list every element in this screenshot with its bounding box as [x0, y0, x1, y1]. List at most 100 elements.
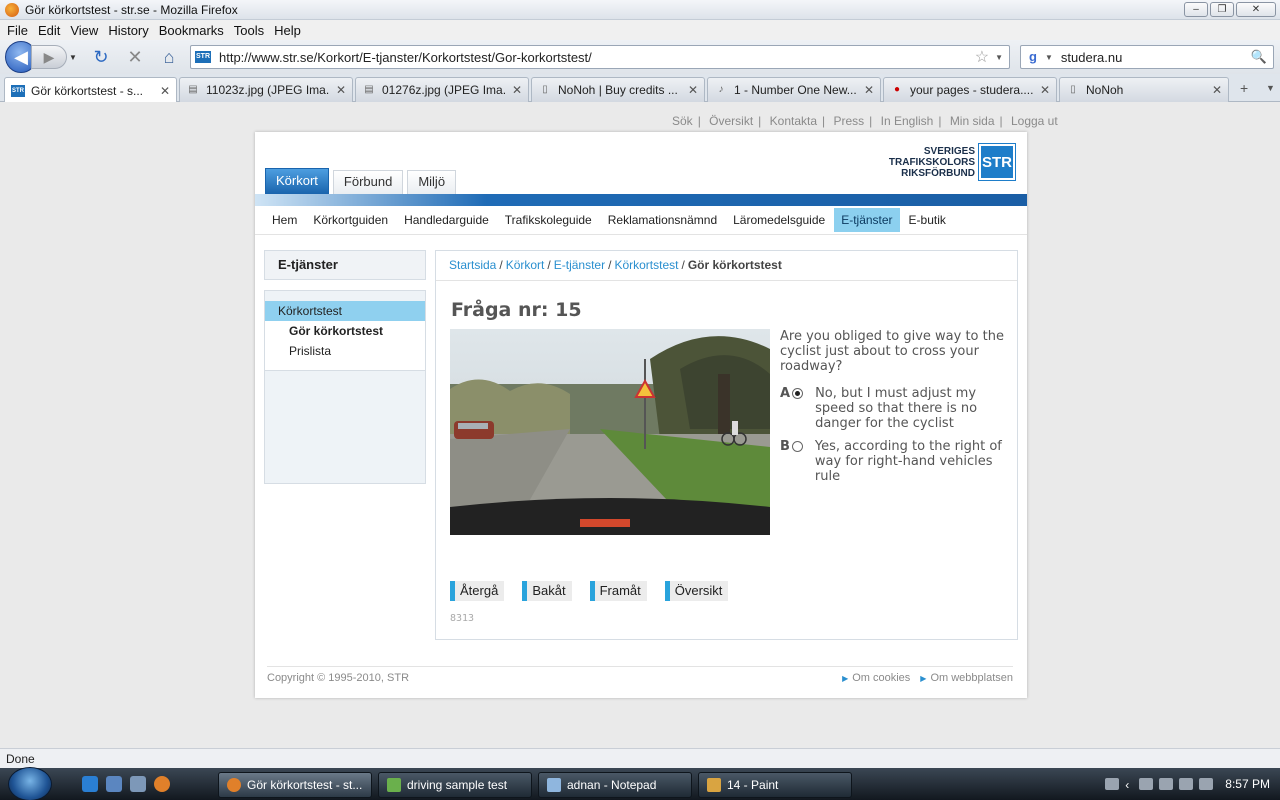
tab-gor-korkortstest[interactable]: STR Gör körkortstest - s... ✕	[4, 77, 177, 103]
tab-01276z-jpg[interactable]: ▤ 01276z.jpg (JPEG Ima... ✕	[355, 77, 529, 102]
answer-a[interactable]: A No, but I must adjust my speed so that…	[780, 386, 1005, 431]
menu-view[interactable]: View	[65, 23, 103, 38]
footer-link-om-webbplatsen[interactable]: ▶ Om webbplatsen	[920, 672, 1013, 684]
battery-icon[interactable]	[1179, 778, 1194, 790]
menu-tools[interactable]: Tools	[229, 23, 269, 38]
menu-bar: File Edit View History Bookmarks Tools H…	[0, 20, 1280, 40]
internet-explorer-icon[interactable]	[82, 776, 98, 792]
tab-number-one-new[interactable]: ♪ 1 - Number One New... ✕	[707, 77, 881, 102]
answer-b[interactable]: B Yes, according to the right of way for…	[780, 439, 1005, 484]
tray-expand-icon[interactable]: ‹	[1125, 778, 1133, 792]
menu-bookmarks[interactable]: Bookmarks	[154, 23, 229, 38]
copyright-text: Copyright © 1995-2010, STR	[267, 672, 410, 684]
answer-a-radio[interactable]	[792, 388, 804, 399]
menu-file[interactable]: File	[2, 23, 33, 38]
switch-windows-icon[interactable]	[130, 776, 146, 792]
main-panel: Startsida / Körkort / E-tjänster / Körkortstes…	[435, 250, 1018, 640]
subnav-e-butik[interactable]: E-butik	[902, 208, 953, 232]
toplink-sok[interactable]: Sök	[672, 114, 693, 128]
menu-history[interactable]: History	[103, 23, 153, 38]
menu-help[interactable]: Help	[269, 23, 306, 38]
bookmark-star-icon[interactable]: ☆	[975, 47, 989, 67]
network-icon[interactable]	[1139, 778, 1154, 790]
keyboard-icon[interactable]	[1105, 778, 1120, 790]
tab-miljo[interactable]: Miljö	[407, 170, 457, 194]
breadcrumb-korkort[interactable]: Körkort	[506, 258, 545, 272]
new-tab-icon[interactable]: +	[1240, 80, 1248, 96]
subnav-laromedelsguide[interactable]: Läromedelsguide	[726, 208, 832, 232]
show-desktop-icon[interactable]	[106, 776, 122, 792]
arrow-right-icon: ▶	[920, 674, 927, 683]
taskbar-paint[interactable]: 14 - Paint	[698, 772, 852, 798]
tab-label: Gör körkortstest - s...	[31, 83, 144, 98]
tab-nonoh[interactable]: ▯ NoNoh ✕	[1059, 77, 1229, 102]
clock[interactable]: 8:57 PM	[1225, 777, 1270, 791]
framat-button[interactable]: Framåt	[589, 581, 647, 601]
tab-your-pages-studera[interactable]: ● your pages - studera.... ✕	[883, 77, 1057, 102]
footer-link-om-cookies[interactable]: ▶ Om cookies	[842, 672, 910, 684]
subnav-handledarguide[interactable]: Handledarguide	[397, 208, 496, 232]
page-icon: ▯	[1070, 84, 1076, 95]
sidebar-item-gor-korkortstest[interactable]: Gör körkortstest	[265, 321, 425, 341]
forward-arrow-icon[interactable]: ▶	[31, 45, 67, 69]
search-engine-icon[interactable]: g	[1025, 49, 1041, 65]
home-icon[interactable]: ⌂	[157, 45, 181, 69]
tab-korkort[interactable]: Körkort	[265, 168, 329, 194]
oversikt-button[interactable]: Översikt	[664, 581, 729, 601]
device-icon[interactable]	[1159, 778, 1174, 790]
breadcrumb-startsida[interactable]: Startsida	[449, 258, 496, 272]
search-bar[interactable]: g ▼ studera.nu 🔍	[1020, 45, 1274, 69]
sidebar-item-korkortstest[interactable]: Körkortstest	[265, 301, 425, 321]
url-text[interactable]: http://www.str.se/Korkort/E-tjanster/Kor…	[219, 50, 975, 65]
stop-icon[interactable]: ✕	[123, 45, 147, 69]
taskbar-firefox[interactable]: Gör körkortstest - st...	[218, 772, 372, 798]
subnav-reklamationsnamnd[interactable]: Reklamationsnämnd	[601, 208, 724, 232]
tab-nonoh-buy-credits[interactable]: ▯ NoNoh | Buy credits ... ✕	[531, 77, 705, 102]
toplink-in-english[interactable]: In English	[881, 114, 934, 128]
subnav-korkortguiden[interactable]: Körkortguiden	[306, 208, 395, 232]
sidebar-item-prislista[interactable]: Prislista	[265, 341, 425, 361]
history-dropdown-icon[interactable]: ▼	[69, 53, 79, 62]
subnav-e-tjanster[interactable]: E-tjänster	[834, 208, 900, 232]
reload-icon[interactable]: ↻	[89, 45, 113, 69]
tab-forbund[interactable]: Förbund	[332, 170, 404, 194]
tab-close-icon[interactable]: ✕	[1212, 83, 1222, 97]
url-dropdown-icon[interactable]: ▼	[995, 53, 1003, 62]
tab-list-icon[interactable]: ▼	[1266, 83, 1275, 93]
answer-b-radio[interactable]	[791, 441, 803, 452]
search-input[interactable]: studera.nu	[1061, 50, 1251, 65]
breadcrumb-e-tjanster[interactable]: E-tjänster	[554, 258, 605, 272]
bakat-button[interactable]: Bakåt	[522, 581, 572, 601]
site-favicon-icon: STR	[195, 51, 211, 63]
search-engine-dropdown-icon[interactable]: ▼	[1045, 53, 1053, 62]
breadcrumb-korkortstest[interactable]: Körkortstest	[614, 258, 678, 272]
tab-11023z-jpg[interactable]: ▤ 11023z.jpg (JPEG Ima... ✕	[179, 77, 353, 102]
tab-close-icon[interactable]: ✕	[864, 83, 874, 97]
subnav-hem[interactable]: Hem	[265, 208, 304, 232]
tab-label: 11023z.jpg (JPEG Ima...	[206, 83, 330, 97]
toplink-press[interactable]: Press	[833, 114, 864, 128]
subnav-trafikskoleguide[interactable]: Trafikskoleguide	[498, 208, 599, 232]
taskbar-notepad[interactable]: adnan - Notepad	[538, 772, 692, 798]
minimize-button[interactable]: –	[1184, 2, 1208, 17]
search-icon[interactable]: 🔍	[1251, 49, 1267, 65]
firefox-icon[interactable]	[154, 776, 170, 792]
start-button[interactable]	[8, 767, 52, 800]
str-logo[interactable]: SVERIGES TRAFIKSKOLORS RIKSFÖRBUND STR	[889, 143, 1016, 181]
toplink-oversikt[interactable]: Översikt	[709, 114, 753, 128]
tab-close-icon[interactable]: ✕	[512, 83, 522, 97]
taskbar-driving-sample-test[interactable]: driving sample test	[378, 772, 532, 798]
maximize-button[interactable]: ❐	[1210, 2, 1234, 17]
menu-edit[interactable]: Edit	[33, 23, 65, 38]
tab-close-icon[interactable]: ✕	[336, 83, 346, 97]
toplink-logga-ut[interactable]: Logga ut	[1011, 114, 1058, 128]
tab-close-icon[interactable]: ✕	[160, 84, 170, 98]
tab-close-icon[interactable]: ✕	[1040, 83, 1050, 97]
close-window-button[interactable]: ✕	[1236, 2, 1276, 17]
toplink-min-sida[interactable]: Min sida	[950, 114, 995, 128]
tab-close-icon[interactable]: ✕	[688, 83, 698, 97]
atergaa-button[interactable]: Återgå	[450, 581, 505, 601]
url-bar[interactable]: STR http://www.str.se/Korkort/E-tjanster…	[190, 45, 1010, 69]
toplink-kontakta[interactable]: Kontakta	[770, 114, 817, 128]
volume-icon[interactable]	[1199, 778, 1214, 790]
